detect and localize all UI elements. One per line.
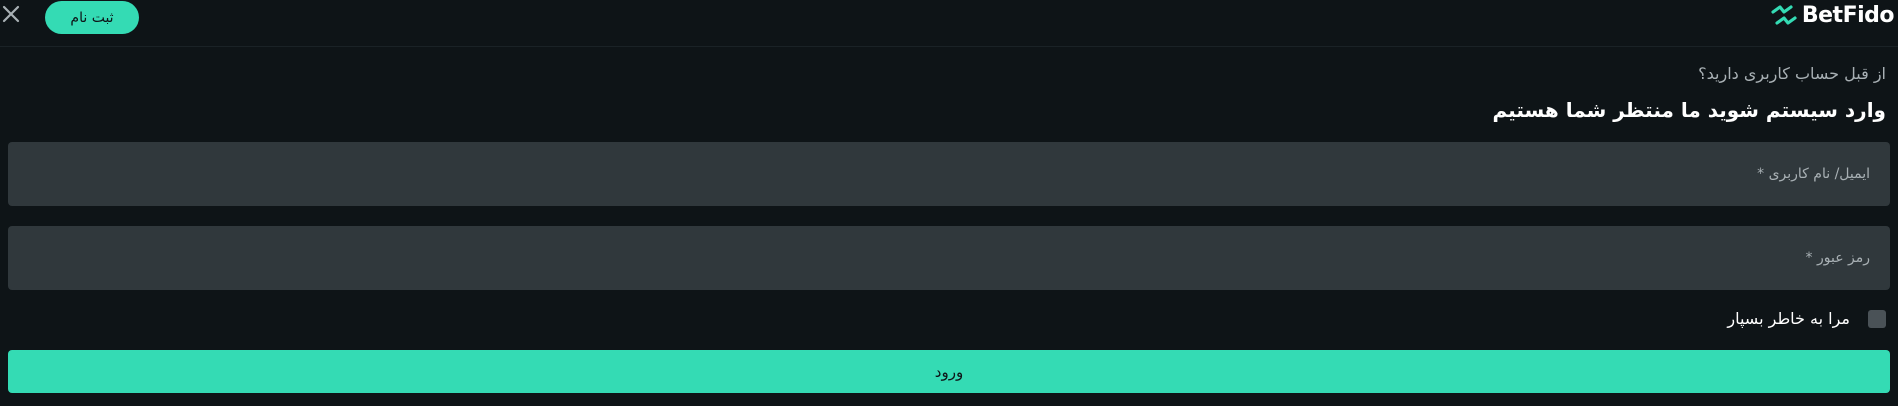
betfido-logo-icon [1771,5,1797,25]
remember-me-row[interactable]: مرا به خاطر بسپار [1727,309,1886,328]
logo-text: BetFido [1801,2,1895,28]
login-page: ثبت نام BetFido از قبل حساب کاربری دارید… [0,0,1898,406]
login-button[interactable]: ورود [8,350,1890,393]
password-field[interactable] [8,226,1890,290]
signup-button[interactable]: ثبت نام [45,1,139,34]
remember-me-checkbox[interactable] [1868,309,1886,328]
top-bar: ثبت نام BetFido [0,0,1898,47]
email-input[interactable] [8,142,1890,206]
email-field[interactable] [8,142,1890,206]
page-title: وارد سیستم شوید ما منتظر شما هستیم [1492,98,1887,122]
close-icon [2,5,20,23]
brand-logo[interactable]: BetFido [1771,2,1895,28]
password-input[interactable] [8,226,1890,290]
remember-me-label: مرا به خاطر بسپار [1727,309,1850,328]
existing-account-prompt: از قبل حساب کاربری دارید؟ [1698,64,1886,83]
close-button[interactable] [0,2,22,26]
